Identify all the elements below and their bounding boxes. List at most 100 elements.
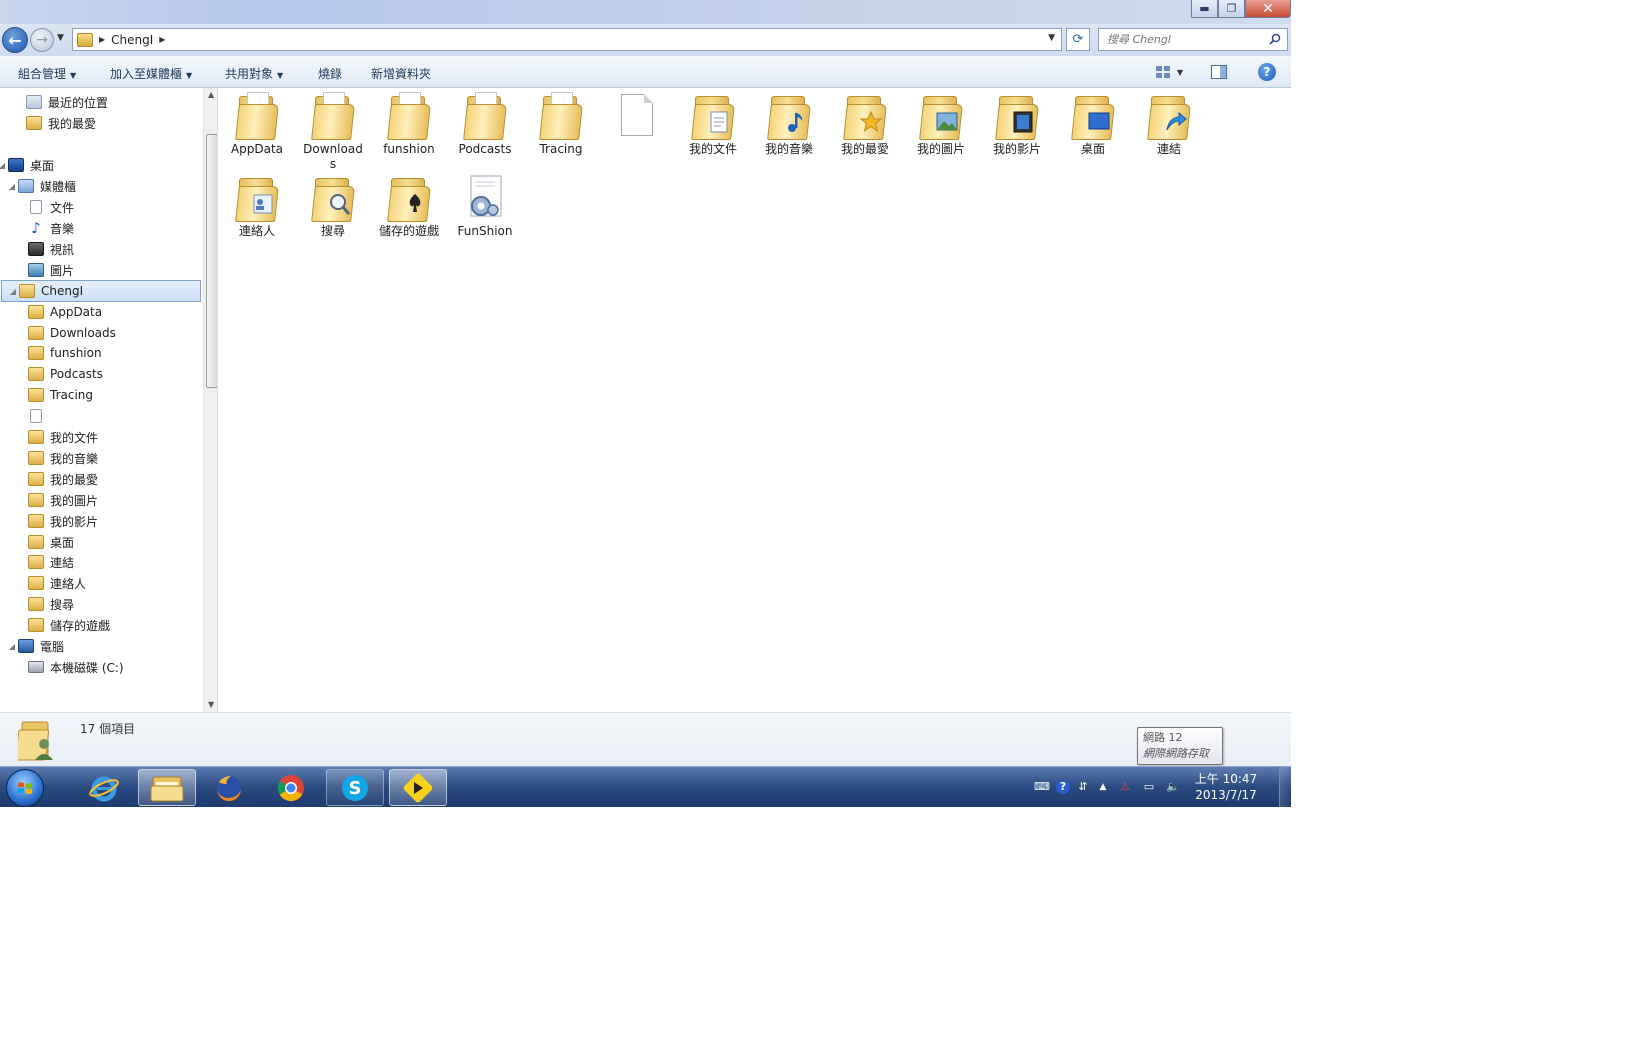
taskbar-firefox[interactable]	[200, 769, 258, 806]
forward-button[interactable]: →	[30, 28, 54, 52]
nav-item[interactable]: Podcasts	[16, 363, 103, 385]
security-tray-icon[interactable]: ⚠	[1118, 780, 1132, 794]
help-tray-icon[interactable]: ?	[1056, 780, 1070, 794]
scroll-up-icon[interactable]: ▲	[208, 90, 214, 99]
nav-item[interactable]: ◢ 媒體櫃	[6, 175, 76, 197]
file-item[interactable]: Podcasts	[447, 88, 523, 157]
file-item[interactable]: 桌面	[1055, 88, 1131, 157]
breadcrumb-separator-icon[interactable]: ▶	[99, 35, 105, 44]
nav-item[interactable]: 我的音樂	[16, 447, 98, 469]
file-item[interactable]: 我的最愛	[827, 88, 903, 157]
change-view-button[interactable]: ▼	[1152, 62, 1186, 82]
scroll-down-icon[interactable]: ▼	[208, 700, 214, 709]
search-icon[interactable]	[1269, 33, 1281, 45]
taskbar-windows-explorer[interactable]	[138, 769, 196, 806]
nav-item[interactable]: ◢ ChengI	[1, 280, 201, 302]
organize-button[interactable]: 組合管理 ▼	[18, 65, 76, 82]
nav-item[interactable]: 最近的位置	[14, 91, 108, 113]
search-input[interactable]	[1107, 29, 1267, 50]
nav-item[interactable]: 儲存的遊戲	[16, 614, 110, 636]
taskbar-skype[interactable]: S	[326, 769, 384, 806]
new-folder-button[interactable]: 新增資料夾	[371, 65, 431, 82]
item-count: 17 個項目	[80, 722, 136, 736]
file-item-label: 我的文件	[688, 142, 737, 156]
taskbar-internet-explorer[interactable]	[75, 769, 133, 806]
nav-item[interactable]: 連絡人	[16, 572, 86, 594]
tree-collapse-icon[interactable]: ◢	[0, 161, 8, 170]
file-item[interactable]: funshion	[371, 88, 447, 157]
nav-item[interactable]: 視訊	[16, 238, 74, 260]
breadcrumb-chengi[interactable]: ChengI	[111, 33, 153, 47]
nav-item[interactable]	[16, 405, 50, 427]
file-item[interactable]: 搜尋	[295, 170, 371, 239]
input-options-icon[interactable]: ⇵	[1076, 780, 1090, 794]
nav-item[interactable]: funshion	[16, 342, 102, 364]
svg-text:S: S	[349, 778, 362, 799]
nav-item[interactable]: 本機磁碟 (C:)	[16, 656, 124, 678]
nav-item[interactable]: 桌面	[16, 531, 74, 553]
refresh-button[interactable]: ⟳	[1066, 28, 1090, 51]
burn-button[interactable]: 燒錄	[318, 65, 342, 82]
nav-item[interactable]: 搜尋	[16, 593, 74, 615]
file-item[interactable]	[599, 88, 675, 142]
share-with-button[interactable]: 共用對象 ▼	[225, 65, 283, 82]
nav-item[interactable]: 我的最愛	[16, 468, 98, 490]
tree-collapse-icon[interactable]: ◢	[6, 182, 18, 191]
nav-item[interactable]: Downloads	[16, 322, 116, 344]
nav-item-label: 我的影片	[50, 514, 99, 529]
add-to-library-button[interactable]: 加入至媒體櫃 ▼	[110, 65, 192, 82]
show-desktop-button[interactable]	[1279, 767, 1291, 807]
minimize-button[interactable]: ▬	[1191, 0, 1218, 18]
nav-item[interactable]: 文件	[16, 196, 74, 218]
nav-item[interactable]: 我的文件	[16, 426, 98, 448]
nav-item[interactable]: 圖片	[16, 259, 74, 281]
preview-pane-button[interactable]	[1208, 62, 1230, 82]
address-bar[interactable]: ▶ ChengI ▶ ▼	[72, 28, 1062, 51]
close-button[interactable]: ✕	[1245, 0, 1291, 18]
nav-item[interactable]: 我的圖片	[16, 489, 98, 511]
file-item[interactable]: 儲存的遊戲	[371, 170, 447, 239]
nav-item[interactable]: 連結	[16, 551, 74, 573]
address-dropdown-icon[interactable]: ▼	[1048, 33, 1055, 43]
scrollbar-thumb[interactable]	[206, 134, 217, 388]
breadcrumb-separator-icon[interactable]: ▶	[159, 35, 165, 44]
file-item[interactable]: Downloads	[295, 88, 371, 172]
nav-item[interactable]: ◢ 桌面	[0, 154, 54, 176]
start-button[interactable]	[6, 769, 44, 807]
nav-item-label: Podcasts	[50, 367, 103, 381]
file-item[interactable]: 我的音樂	[751, 88, 827, 157]
show-hidden-icons-button[interactable]: ▲	[1096, 780, 1110, 794]
maximize-button[interactable]: ❐	[1218, 0, 1245, 18]
tree-collapse-icon[interactable]: ◢	[7, 287, 19, 296]
nav-item[interactable]: ◢ 電腦	[6, 635, 64, 657]
file-item[interactable]: 連結	[1131, 88, 1207, 157]
nav-item[interactable]: ♪ 音樂	[16, 217, 74, 239]
title-bar: ▬ ❐ ✕	[0, 0, 1291, 27]
network-icon[interactable]: ▭	[1142, 780, 1156, 794]
file-item[interactable]: 連絡人	[219, 170, 295, 239]
taskbar-funshion[interactable]	[389, 769, 447, 806]
back-button[interactable]: ←	[2, 27, 28, 53]
search-box[interactable]	[1098, 28, 1288, 51]
recent-pages-dropdown[interactable]: ▼	[57, 33, 64, 43]
file-item[interactable]: FunShion	[447, 170, 523, 239]
file-item[interactable]: 我的影片	[979, 88, 1055, 157]
dropdown-arrow-icon: ▼	[70, 71, 77, 80]
tree-collapse-icon[interactable]: ◢	[6, 642, 18, 651]
file-item[interactable]: 我的圖片	[903, 88, 979, 157]
tooltip-network-status: 網際網路存取	[1143, 747, 1209, 760]
clock[interactable]: 上午 10:47 2013/7/17	[1190, 771, 1262, 803]
nav-item[interactable]: 我的最愛	[14, 112, 96, 134]
nav-item[interactable]: 我的影片	[16, 510, 98, 532]
volume-icon[interactable]: 🔈	[1166, 780, 1180, 794]
help-button[interactable]: ?	[1256, 62, 1278, 82]
nav-item[interactable]: AppData	[16, 301, 102, 323]
nav-item[interactable]: Tracing	[16, 384, 93, 406]
keyboard-icon[interactable]: ⌨	[1034, 780, 1050, 794]
file-item[interactable]: AppData	[219, 88, 295, 157]
file-item[interactable]: Tracing	[523, 88, 599, 157]
file-item[interactable]: 我的文件	[675, 88, 751, 157]
navigation-pane-scrollbar[interactable]: ▲ ▼	[203, 88, 217, 712]
file-item-label: 連結	[1156, 142, 1181, 156]
taskbar-chrome[interactable]	[262, 769, 320, 806]
